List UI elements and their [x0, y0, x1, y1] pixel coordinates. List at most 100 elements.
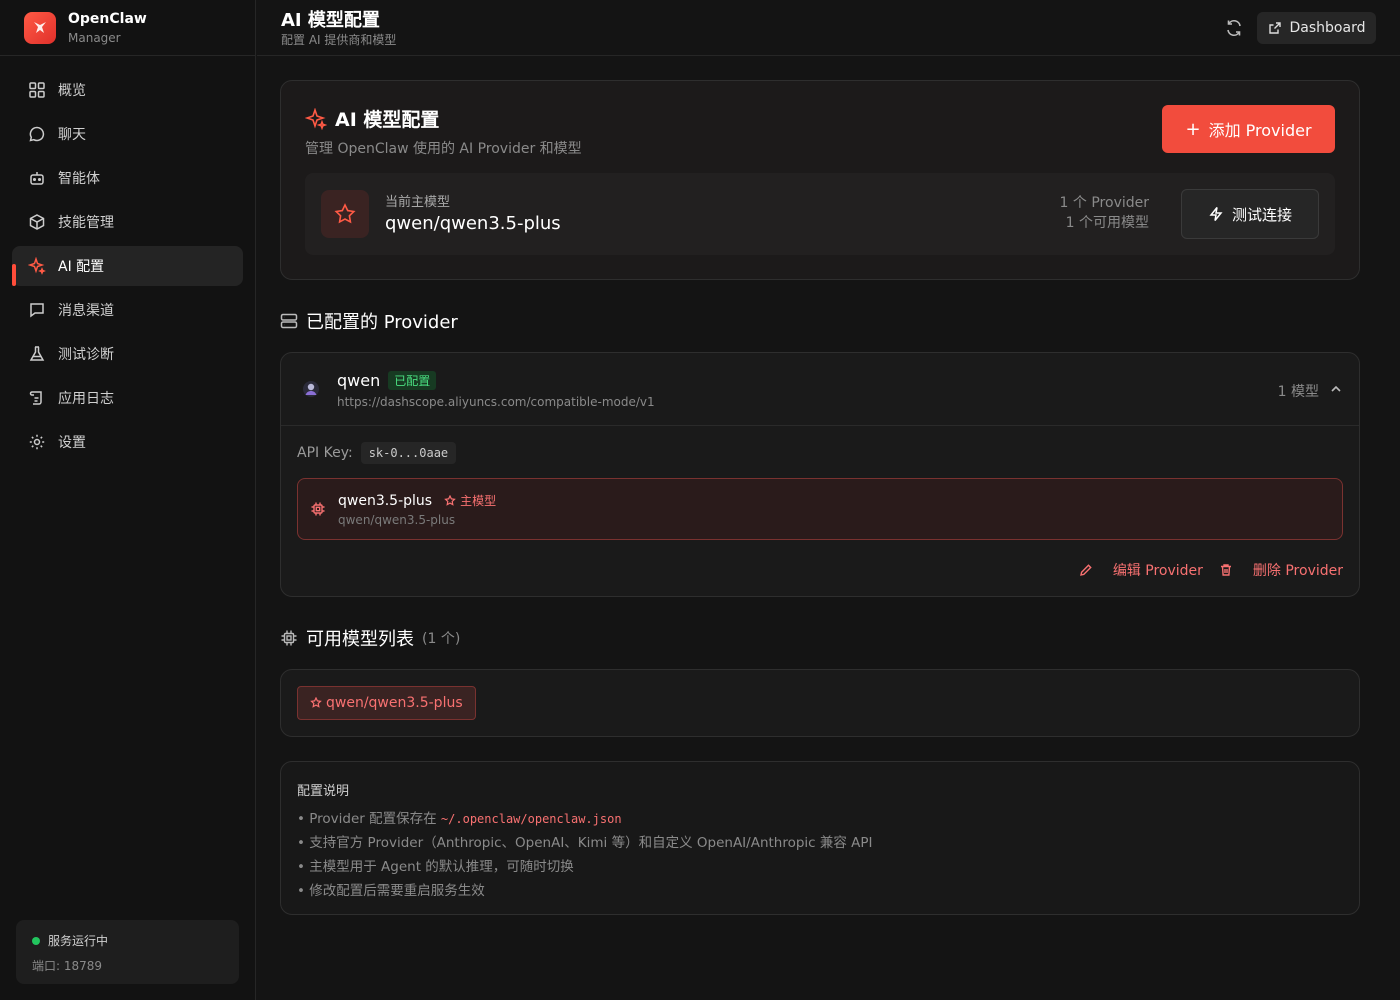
providers-section-label: 已配置的 Provider: [306, 312, 458, 333]
brand: OpenClaw Manager: [0, 0, 255, 56]
current-model-label: 当前主模型: [385, 195, 451, 210]
config-note-line: • 主模型用于 Agent 的默认推理，可随时切换: [297, 859, 574, 875]
lightning-icon: [1209, 207, 1223, 221]
dashboard-button[interactable]: Dashboard: [1257, 12, 1376, 44]
ai-config-hero-card: AI 模型配置 管理 OpenClaw 使用的 AI Provider 和模型 …: [280, 80, 1360, 280]
main-model-badge-label: 主模型: [460, 494, 497, 508]
package-icon: [29, 214, 45, 230]
config-notes-title: 配置说明: [297, 784, 350, 799]
brand-title: OpenClaw: [68, 10, 147, 27]
star-icon: [310, 697, 322, 708]
sidebar-item-channels[interactable]: 消息渠道: [12, 290, 243, 330]
edit-provider-button[interactable]: 编辑 Provider: [1079, 560, 1203, 580]
model-chip[interactable]: qwen/qwen3.5-plus: [297, 686, 476, 720]
brand-subtitle: Manager: [68, 30, 121, 45]
provider-name: qwen: [337, 371, 381, 390]
provider-card-qwen: qwen 已配置 https://dashscope.aliyuncs.com/…: [280, 352, 1360, 597]
status-dot-icon: [32, 936, 40, 945]
star-icon: [444, 494, 456, 506]
provider-card-header[interactable]: qwen 已配置 https://dashscope.aliyuncs.com/…: [281, 353, 1359, 426]
main-content: AI 模型配置 管理 OpenClaw 使用的 AI Provider 和模型 …: [280, 80, 1360, 915]
current-model-value: qwen/qwen3.5-plus: [385, 213, 561, 234]
model-chip-label: qwen/qwen3.5-plus: [326, 695, 463, 711]
chip-icon: [281, 630, 297, 646]
providers-section-title: 已配置的 Provider: [280, 308, 1360, 334]
config-note-text: • Provider 配置保存在: [297, 811, 441, 827]
add-provider-label: 添加 Provider: [1208, 121, 1312, 140]
model-name: qwen3.5-plus: [338, 492, 433, 509]
status-port: 端口: 18789: [32, 959, 103, 973]
add-provider-button[interactable]: + 添加 Provider: [1162, 105, 1335, 153]
delete-provider-label: 删除 Provider: [1252, 563, 1343, 579]
configured-badge: 已配置: [388, 371, 437, 390]
test-connection-button[interactable]: 测试连接: [1181, 189, 1319, 239]
chat-icon: [29, 126, 45, 142]
trash-icon: [1220, 564, 1231, 576]
provider-actions: 编辑 Provider 删除 Provider: [1063, 560, 1343, 580]
sidebar-item-label: 设置: [58, 435, 86, 451]
sidebar-nav: 概览 聊天 智能体 技能管理 AI 配置 消息渠道 测试诊断 应用日志 设置: [0, 56, 255, 480]
sidebar-item-logs[interactable]: 应用日志: [12, 378, 243, 418]
pencil-icon: [1079, 564, 1092, 576]
provider-avatar-icon: [303, 381, 319, 397]
flask-icon: [29, 346, 45, 361]
provider-model-row[interactable]: qwen3.5-plus 主模型 qwen/qwen3.5-plus: [297, 478, 1343, 540]
config-note-line: • 支持官方 Provider（Anthropic、OpenAI、Kimi 等）…: [297, 835, 873, 851]
current-model-panel: 当前主模型 qwen/qwen3.5-plus 1 个 Provider 1 个…: [305, 173, 1335, 255]
sidebar-item-label: 聊天: [58, 127, 86, 143]
models-section-label: 可用模型列表: [306, 629, 414, 650]
plus-icon: +: [1185, 118, 1201, 140]
edit-provider-label: 编辑 Provider: [1112, 563, 1203, 579]
sidebar-item-settings[interactable]: 设置: [12, 422, 243, 462]
available-models-card: qwen/qwen3.5-plus: [280, 669, 1360, 737]
external-link-icon: [1268, 22, 1281, 34]
api-key-row: API Key: sk-0...0aae: [297, 442, 457, 464]
message-square-icon: [30, 303, 44, 318]
model-id: qwen/qwen3.5-plus: [338, 513, 456, 527]
openclaw-logo-icon: [24, 11, 56, 44]
sidebar-item-label: AI 配置: [58, 259, 105, 275]
refresh-icon[interactable]: [1224, 18, 1244, 38]
sidebar-item-label: 智能体: [58, 171, 100, 187]
sidebar: OpenClaw Manager 概览 聊天 智能体 技能管理 AI 配置 消息…: [0, 0, 256, 1000]
gear-icon: [29, 434, 45, 450]
provider-count: 1 个 Provider: [1059, 195, 1149, 211]
top-header: AI 模型配置 配置 AI 提供商和模型 Dashboard: [257, 0, 1400, 56]
config-note-line: • 修改配置后需要重启服务生效: [297, 883, 485, 899]
sidebar-item-label: 概览: [58, 83, 86, 99]
sidebar-item-overview[interactable]: 概览: [12, 70, 243, 110]
chip-icon: [311, 502, 325, 516]
bot-icon: [30, 172, 44, 185]
sidebar-item-ai-config[interactable]: AI 配置: [12, 246, 243, 286]
sidebar-item-label: 测试诊断: [58, 347, 114, 363]
api-key-value: sk-0...0aae: [360, 442, 457, 464]
hero-title: AI 模型配置: [335, 109, 440, 131]
server-icon: [280, 313, 298, 329]
status-text: 服务运行中: [48, 934, 109, 948]
sidebar-item-label: 应用日志: [58, 391, 114, 407]
test-connection-label: 测试连接: [1231, 205, 1292, 224]
sidebar-item-diagnostics[interactable]: 测试诊断: [12, 334, 243, 374]
models-section-count: (1 个): [422, 631, 461, 647]
sidebar-item-agents[interactable]: 智能体: [12, 158, 243, 198]
config-notes-card: 配置说明 • Provider 配置保存在 ~/.openclaw/opencl…: [280, 761, 1360, 915]
service-status-card: 服务运行中 端口: 18789: [16, 920, 239, 984]
delete-provider-button[interactable]: 删除 Provider: [1219, 560, 1343, 580]
sidebar-item-label: 消息渠道: [58, 303, 114, 319]
config-path: ~/.openclaw/openclaw.json: [440, 812, 622, 826]
sparkle-icon: [28, 257, 46, 275]
sidebar-item-skills[interactable]: 技能管理: [12, 202, 243, 242]
models-section-title: 可用模型列表 (1 个): [280, 625, 1360, 651]
chevron-up-icon[interactable]: [1329, 382, 1343, 396]
provider-model-count: 1 模型: [1277, 384, 1319, 400]
available-model-count: 1 个可用模型: [1065, 215, 1149, 231]
api-key-label: API Key:: [297, 445, 353, 461]
main-model-badge: 主模型: [444, 492, 496, 509]
config-note-line: • Provider 配置保存在 ~/.openclaw/openclaw.js…: [297, 807, 1343, 831]
sidebar-item-chat[interactable]: 聊天: [12, 114, 243, 154]
dashboard-button-label: Dashboard: [1289, 20, 1366, 36]
star-icon: [321, 190, 369, 238]
current-model-stats: 1 个 Provider 1 个可用模型: [1060, 193, 1149, 233]
sidebar-item-label: 技能管理: [58, 215, 114, 231]
grid-icon: [29, 82, 45, 98]
